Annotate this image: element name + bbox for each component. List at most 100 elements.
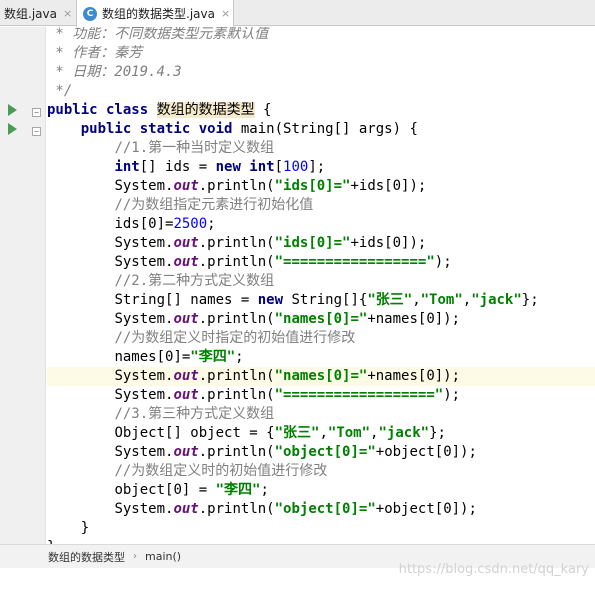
string-literal: "李四": [190, 349, 236, 365]
code-text: [: [274, 159, 284, 175]
code-line: int[] ids = new int[100];: [47, 158, 595, 177]
run-class-icon[interactable]: [8, 104, 17, 116]
code-text: +object[0]);: [375, 444, 477, 460]
code-text: );: [443, 387, 461, 403]
code-line: names[0]="李四";: [47, 348, 595, 367]
code-text: ;: [260, 482, 269, 498]
code-line: //为数组定义时的初始值进行修改: [47, 462, 595, 481]
tab-label: 数组的数据类型.java: [102, 7, 215, 21]
code-line: System.out.println("=================");: [47, 253, 595, 272]
code-text: ,: [462, 292, 472, 308]
comment: //1.第一种当时定义数组: [114, 140, 275, 156]
code-text: +object[0]);: [375, 501, 477, 517]
keyword: new int: [215, 159, 275, 175]
breadcrumb-class[interactable]: 数组的数据类型: [48, 549, 125, 565]
string-literal: "ids[0]=": [274, 235, 351, 251]
code-text: .println(: [198, 368, 275, 384]
fold-icon[interactable]: −: [32, 127, 41, 136]
code-line: //1.第一种当时定义数组: [47, 139, 595, 158]
code-text: System.: [114, 368, 174, 384]
code-line: public static void main(String[] args) {: [47, 120, 595, 139]
static-field: out: [173, 368, 199, 384]
code-line: System.out.println("ids[0]="+ids[0]);: [47, 177, 595, 196]
static-field: out: [173, 387, 199, 403]
comment: * 日期：: [47, 64, 115, 80]
code-text: ,: [412, 292, 421, 308]
close-icon[interactable]: ×: [221, 7, 230, 20]
keyword: new: [257, 292, 284, 308]
tab-array-java[interactable]: 数组.java ×: [0, 0, 75, 26]
code-line: * 日期：2019.4.3: [47, 63, 595, 82]
string-literal: "Tom": [420, 292, 463, 308]
code-text: }: [80, 520, 90, 536]
code-text: );: [434, 254, 452, 270]
code-line: System.out.println("object[0]="+object[0…: [47, 500, 595, 519]
comment: //为数组定义时指定的初始值进行修改: [114, 330, 356, 346]
code-text: System.: [114, 501, 174, 517]
code-line: System.out.println("ids[0]="+ids[0]);: [47, 234, 595, 253]
code-line: String[] names = new String[]{"张三","Tom"…: [47, 291, 595, 310]
code-text: .println(: [198, 254, 275, 270]
code-line: System.out.println("object[0]="+object[0…: [47, 443, 595, 462]
string-literal: "ids[0]=": [274, 178, 351, 194]
code-line: //为数组定义时指定的初始值进行修改: [47, 329, 595, 348]
code-text: .println(: [198, 501, 275, 517]
java-class-icon: C: [83, 6, 97, 21]
code-text: [] ids =: [139, 159, 216, 175]
editor-tab-bar: 数组.java × C 数组的数据类型.java ×: [0, 0, 595, 27]
string-literal: "张三": [367, 292, 413, 308]
code-text: +ids[0]);: [350, 178, 427, 194]
code-text: String[] names =: [114, 292, 258, 308]
code-text: ,: [319, 425, 328, 441]
code-text: };: [521, 292, 539, 308]
keyword: public class: [47, 102, 149, 118]
code-line: * 功能：不同数据类型元素默认值: [47, 27, 595, 44]
tab-array-datatype-java[interactable]: C 数组的数据类型.java ×: [76, 0, 234, 27]
code-text: main(String[] args) {: [232, 121, 418, 137]
code-text: Object[] object = {: [114, 425, 275, 441]
code-text: .println(: [198, 235, 275, 251]
code-line: System.out.println("==================")…: [47, 386, 595, 405]
string-literal: "jack": [378, 425, 430, 441]
code-text: System.: [114, 178, 174, 194]
code-line: public class 数组的数据类型 {: [47, 101, 595, 120]
code-text: System.: [114, 444, 174, 460]
tab-label: 数组.java: [4, 6, 57, 21]
string-literal: "==================": [274, 387, 444, 403]
string-literal: "object[0]=": [274, 501, 376, 517]
code-text: .println(: [198, 178, 275, 194]
fold-icon[interactable]: −: [32, 108, 41, 117]
close-icon[interactable]: ×: [63, 7, 72, 20]
static-field: out: [173, 444, 199, 460]
code-text: .println(: [198, 311, 275, 327]
comment: * 功能：不同数据类型元素默认值: [47, 27, 269, 42]
code-text: ];: [308, 159, 326, 175]
run-main-icon[interactable]: [8, 123, 17, 135]
code-text: ;: [207, 216, 216, 232]
static-field: out: [173, 235, 199, 251]
string-literal: "object[0]=": [274, 444, 376, 460]
static-field: out: [173, 254, 199, 270]
comment: */: [47, 83, 73, 99]
code-editor[interactable]: * 功能：不同数据类型元素默认值 * 作者：秦芳 * 日期：2019.4.3 *…: [47, 27, 595, 544]
code-text: System.: [114, 311, 174, 327]
string-literal: "jack": [471, 292, 522, 308]
code-line: //2.第二种方式定义数组: [47, 272, 595, 291]
editor-gutter: − −: [0, 27, 46, 544]
number-literal: 100: [283, 159, 309, 175]
code-line: Object[] object = {"张三","Tom","jack"};: [47, 424, 595, 443]
code-text: .println(: [198, 444, 275, 460]
code-text: ids[0]=: [114, 216, 174, 232]
keyword: public static void: [80, 121, 233, 137]
code-line: */: [47, 82, 595, 101]
code-line: System.out.println("names[0]="+names[0])…: [47, 310, 595, 329]
code-text: +names[0]);: [367, 311, 461, 327]
comment: //为数组指定元素进行初始化值: [114, 197, 314, 213]
code-text: String[]{: [283, 292, 368, 308]
breadcrumb-method[interactable]: main(): [145, 550, 181, 563]
code-line: //为数组指定元素进行初始化值: [47, 196, 595, 215]
code-text: {: [254, 102, 272, 118]
code-text: ;: [235, 349, 244, 365]
code-text: System.: [114, 235, 174, 251]
code-line: }: [47, 519, 595, 538]
